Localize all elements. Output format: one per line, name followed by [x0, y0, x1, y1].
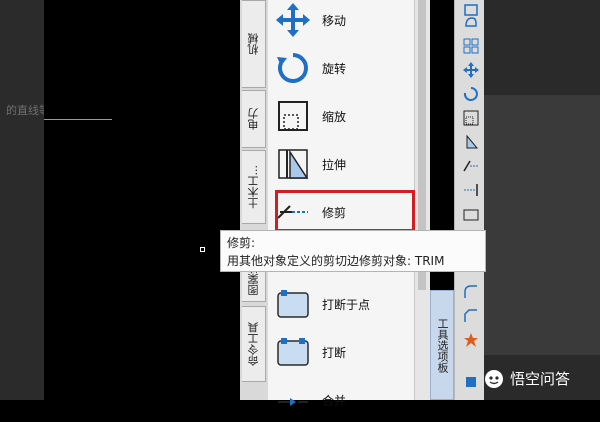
break-at-point-icon — [274, 285, 312, 323]
blue-block-icon[interactable] — [463, 374, 479, 390]
tab-machinery[interactable]: 机械 — [242, 0, 266, 88]
explode-small-icon[interactable] — [463, 332, 479, 348]
right-dark-area — [484, 0, 600, 400]
canvas-line — [44, 119, 112, 120]
tool-scale[interactable]: 缩放 — [274, 94, 414, 138]
move-icon — [274, 1, 312, 39]
tool-label: 打断 — [322, 345, 347, 360]
tool-label: 移动 — [322, 13, 347, 28]
array-icon[interactable] — [463, 38, 479, 54]
tool-break[interactable]: 打断 — [274, 330, 414, 374]
rotate-small-icon[interactable] — [463, 86, 479, 102]
tool-break-at-point[interactable]: 打断于点 — [274, 282, 414, 326]
tooltip-title: 修剪: — [227, 236, 256, 250]
tab-label: 机械 — [246, 33, 260, 55]
tooltip-description: 用其他对象定义的剪切边修剪对象: TRIM — [227, 254, 445, 268]
tool-join[interactable]: 合并 — [274, 378, 414, 422]
trim-tooltip: 修剪: 用其他对象定义的剪切边修剪对象: TRIM — [220, 230, 486, 272]
tool-label: 打断于点 — [322, 297, 371, 312]
tool-stretch[interactable]: 拉伸 — [274, 142, 414, 186]
tool-label: 缩放 — [322, 109, 347, 124]
tab-civil[interactable]: 土木工... — [242, 150, 266, 224]
copy-icon[interactable] — [463, 14, 479, 30]
scale-icon — [274, 97, 312, 135]
stretch-small-icon[interactable] — [463, 134, 479, 150]
tab-electric[interactable]: 电力 — [242, 90, 266, 148]
tab-label: 命令工具 — [246, 322, 260, 366]
break-icon — [274, 333, 312, 371]
stretch-icon — [274, 145, 312, 183]
right-dark-band — [484, 95, 600, 355]
side-tab-label: 工具选项板 — [436, 317, 449, 373]
left-background: 的直线等 — [0, 0, 50, 400]
scale-small-icon[interactable] — [463, 110, 479, 126]
watermark-text: 悟空问答 — [510, 370, 571, 388]
tool-move[interactable]: 移动 — [274, 0, 414, 42]
right-toolbar — [454, 0, 484, 400]
drawing-canvas[interactable] — [44, 0, 240, 400]
palette-tab-strip: 机械 电力 土木工... 图案填... 命令工具 — [240, 0, 268, 400]
extend-small-icon[interactable] — [463, 182, 479, 198]
break-small-icon[interactable] — [463, 206, 479, 222]
rotate-icon — [274, 49, 312, 87]
wukong-logo-icon — [485, 369, 503, 388]
tool-label: 旋转 — [322, 61, 347, 76]
join-icon — [274, 381, 312, 419]
tool-rotate[interactable]: 旋转 — [274, 46, 414, 90]
trim-small-icon[interactable] — [463, 158, 479, 174]
tab-label: 电力 — [246, 108, 260, 130]
canvas-partial-label: 的直线等 — [6, 104, 50, 117]
tool-palettes-tab[interactable]: 工具选项板 — [430, 290, 454, 400]
tool-label: 合并 — [322, 393, 347, 408]
cursor-pickbox — [200, 247, 205, 252]
tab-command-tools[interactable]: 命令工具 — [242, 306, 266, 382]
highlight-box — [275, 190, 415, 232]
move-small-icon[interactable] — [463, 62, 479, 78]
fillet-small-icon[interactable] — [463, 284, 479, 300]
tool-label: 拉伸 — [322, 157, 347, 172]
tab-label: 土木工... — [246, 165, 260, 209]
chamfer-small-icon[interactable] — [463, 308, 479, 324]
watermark: 悟空问答 — [484, 368, 570, 389]
